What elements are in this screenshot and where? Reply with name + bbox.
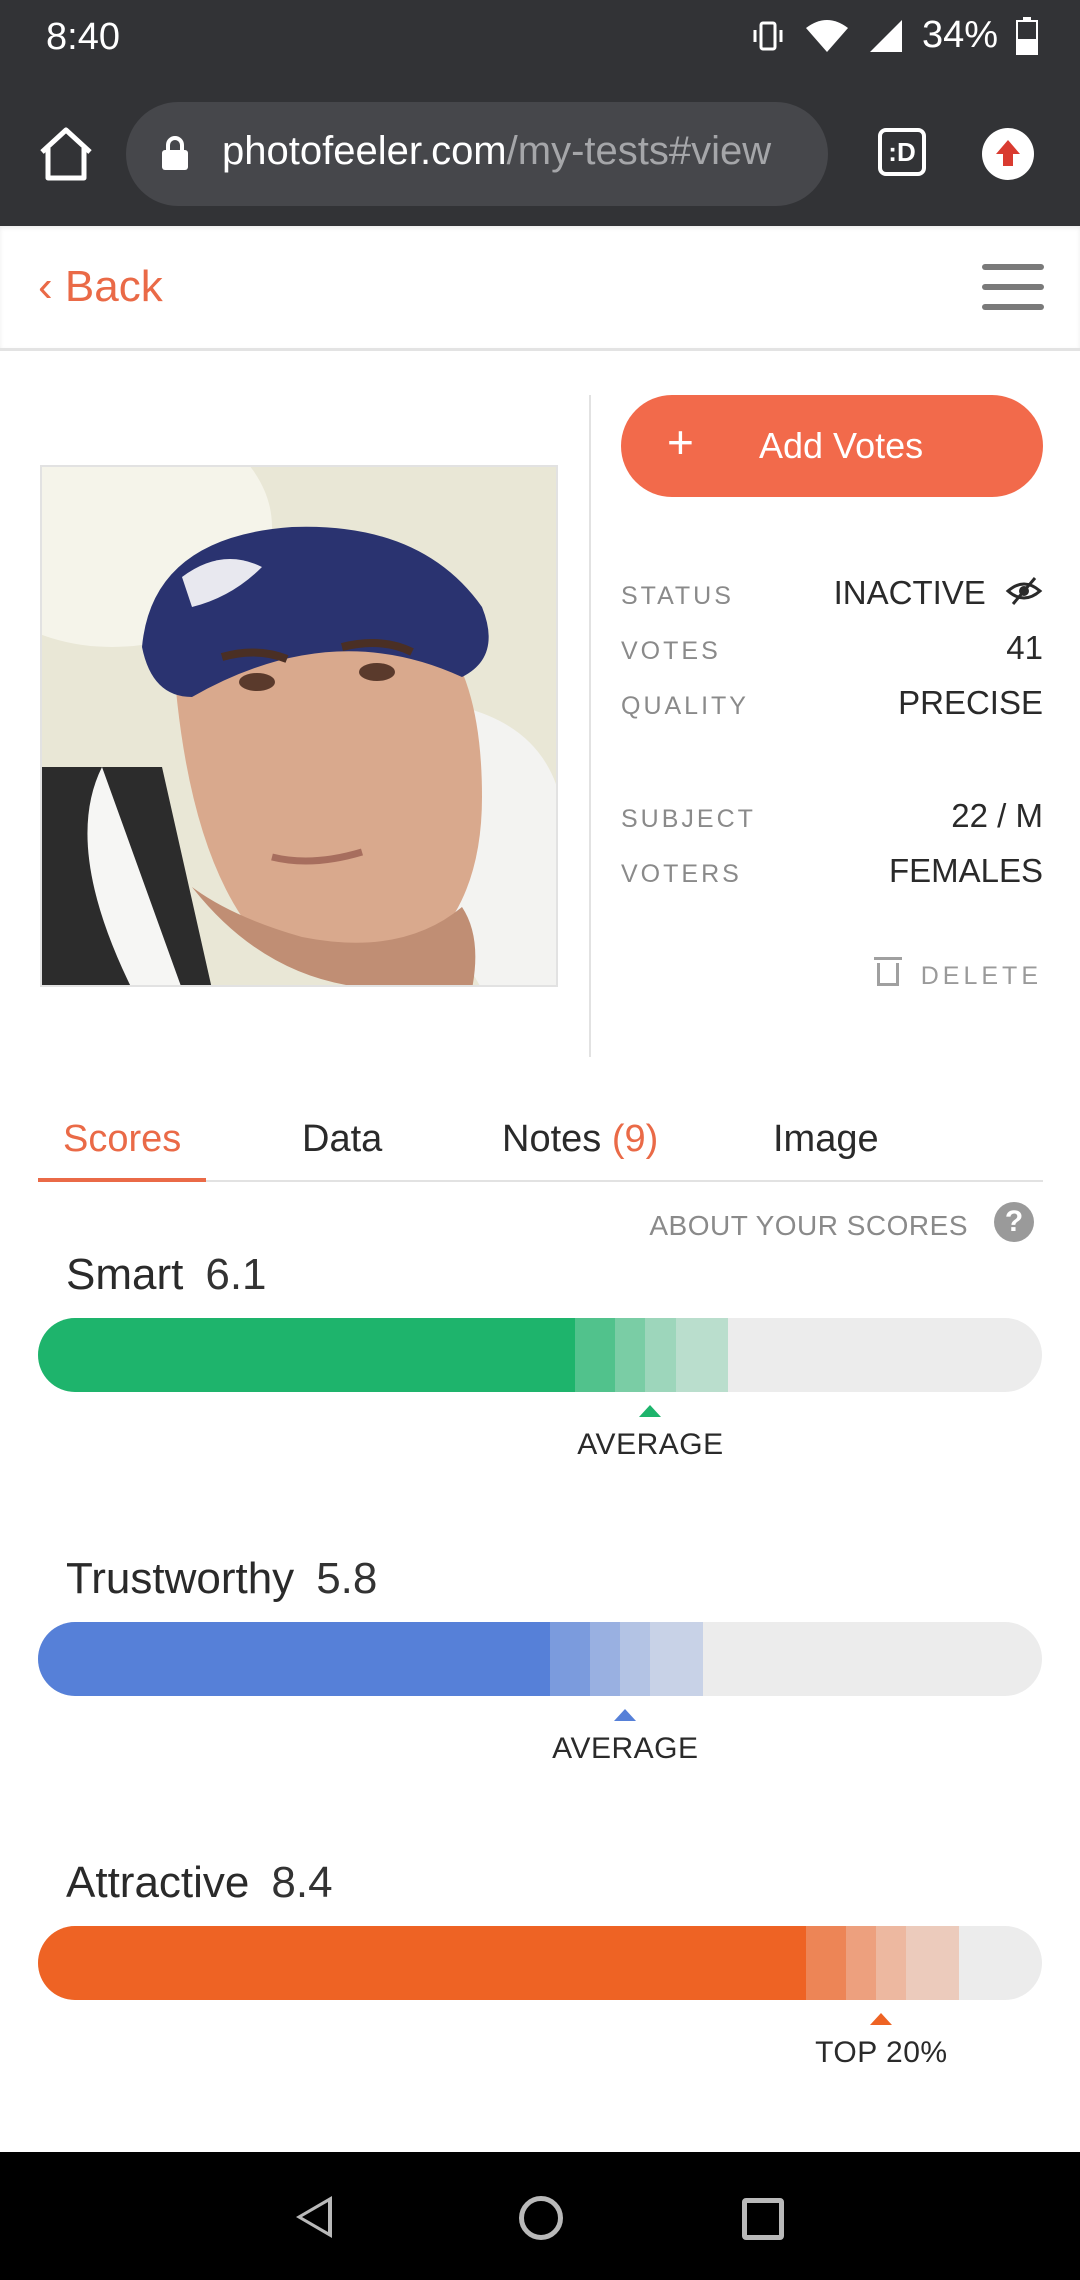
system-nav-bar (0, 2152, 1080, 2280)
info-row-status: STATUS INACTIVE (621, 570, 1043, 620)
update-arrow-icon (996, 140, 1020, 166)
score-bar-fill (38, 1622, 551, 1696)
vertical-divider (589, 395, 591, 1057)
score-bar-confidence-segment (590, 1622, 621, 1696)
url-path: /my-tests#view (506, 129, 772, 173)
tab-notes[interactable]: Notes (9) (502, 1118, 658, 1161)
info-row-quality: QUALITY PRECISE (621, 680, 1043, 730)
score-attractive: Attractive 8.4 TOP 20% (38, 1858, 1042, 2078)
marker-triangle-icon (639, 1405, 662, 1417)
notes-count: (9) (611, 1118, 659, 1160)
plus-icon: + (667, 416, 694, 468)
info-value: PRECISE (898, 684, 1043, 721)
status-time: 8:40 (46, 16, 120, 58)
url-domain: photofeeler.com (222, 129, 507, 173)
battery-icon (1016, 16, 1038, 55)
score-name: Trustworthy (66, 1554, 295, 1603)
nav-recents-icon[interactable] (742, 2198, 784, 2240)
menu-icon[interactable] (982, 264, 1044, 310)
score-value: 8.4 (271, 1858, 333, 1907)
marker-triangle-icon (614, 1709, 637, 1721)
tab-scores[interactable]: Scores (63, 1118, 181, 1161)
delete-label: DELETE (920, 962, 1042, 990)
info-value: 22 / M (951, 797, 1043, 834)
score-bar (38, 1926, 1042, 2000)
score-bar-confidence-segment (645, 1318, 676, 1392)
score-trustworthy: Trustworthy 5.8 AVERAGE (38, 1554, 1042, 1774)
url-text: photofeeler.com/my-tests#view (222, 129, 771, 174)
info-key: VOTES (621, 637, 721, 665)
score-marker-label: AVERAGE (552, 1732, 699, 1765)
score-marker-label: AVERAGE (577, 1428, 724, 1461)
hidden-eye-icon[interactable] (1005, 576, 1043, 606)
score-bar-fill (38, 1926, 807, 2000)
nav-home-icon[interactable] (519, 2196, 563, 2240)
info-row-votes: VOTES 41 (621, 625, 1043, 675)
tab-switcher-button[interactable]: :D (878, 128, 926, 176)
wifi-icon (805, 19, 848, 52)
score-bar-confidence-segment (906, 1926, 959, 2000)
score-title: Trustworthy 5.8 (66, 1554, 377, 1604)
update-button[interactable] (982, 128, 1034, 180)
score-name: Smart (66, 1250, 184, 1299)
info-value: FEMALES (888, 852, 1043, 889)
nav-back-icon-inner (302, 2202, 328, 2232)
score-name: Attractive (66, 1858, 250, 1907)
info-key: QUALITY (621, 692, 749, 720)
url-bar[interactable]: photofeeler.com/my-tests#view (126, 102, 828, 206)
score-bar-confidence-segment (575, 1318, 616, 1392)
score-bar (38, 1318, 1042, 1392)
about-scores-link[interactable]: ABOUT YOUR SCORES (649, 1210, 968, 1242)
help-icon[interactable]: ? (994, 1202, 1034, 1242)
score-bar-confidence-segment (675, 1318, 728, 1392)
info-row-voters: VOTERS FEMALES (621, 848, 1043, 898)
info-row-subject: SUBJECT 22 / M (621, 793, 1043, 843)
marker-triangle-icon (870, 2013, 893, 2025)
tab-bar: Scores Data Notes (9) Image (38, 1110, 1043, 1182)
browser-toolbar: photofeeler.com/my-tests#view :D (0, 84, 1080, 226)
score-bar-confidence-segment (550, 1622, 591, 1696)
score-bar-confidence-segment (615, 1318, 646, 1392)
info-key: SUBJECT (621, 805, 756, 833)
signal-icon (869, 19, 902, 52)
score-bar-confidence-segment (806, 1926, 847, 2000)
battery-percent: 34% (921, 14, 998, 56)
site-header: ‹ Back (0, 226, 1080, 351)
back-link[interactable]: ‹ Back (38, 262, 163, 312)
info-value: 41 (1006, 629, 1043, 666)
tab-data[interactable]: Data (302, 1118, 382, 1161)
score-marker-label: TOP 20% (815, 2036, 948, 2069)
home-icon[interactable] (36, 124, 96, 184)
test-photo[interactable] (40, 465, 558, 987)
score-bar-confidence-segment (620, 1622, 651, 1696)
score-bar-fill (38, 1318, 576, 1392)
vibrate-icon (753, 21, 783, 50)
score-title: Smart 6.1 (66, 1250, 267, 1300)
delete-button[interactable]: DELETE (873, 957, 1042, 991)
score-bar-confidence-segment (650, 1622, 703, 1696)
tab-image[interactable]: Image (773, 1118, 879, 1161)
score-value: 5.8 (316, 1554, 378, 1603)
info-value: INACTIVE (834, 574, 1043, 612)
info-key: VOTERS (621, 860, 742, 888)
score-bar-confidence-segment (876, 1926, 907, 2000)
score-bar-confidence-segment (846, 1926, 877, 2000)
status-bar: 8:40 34% (0, 0, 1080, 84)
score-smart: Smart 6.1 AVERAGE (38, 1250, 1042, 1470)
score-bar (38, 1622, 1042, 1696)
tab-notes-label: Notes (502, 1118, 602, 1160)
add-votes-button[interactable]: + Add Votes (621, 395, 1043, 497)
score-title: Attractive 8.4 (66, 1858, 333, 1908)
trash-icon (873, 957, 902, 986)
active-tab-indicator (38, 1178, 206, 1182)
lock-icon (162, 136, 188, 170)
photo-illustration (42, 467, 556, 985)
status-icons: 34% (750, 14, 1038, 57)
add-votes-label: Add Votes (759, 425, 924, 466)
score-value: 6.1 (205, 1250, 267, 1299)
info-key: STATUS (621, 582, 734, 610)
status-value: INACTIVE (833, 574, 986, 611)
